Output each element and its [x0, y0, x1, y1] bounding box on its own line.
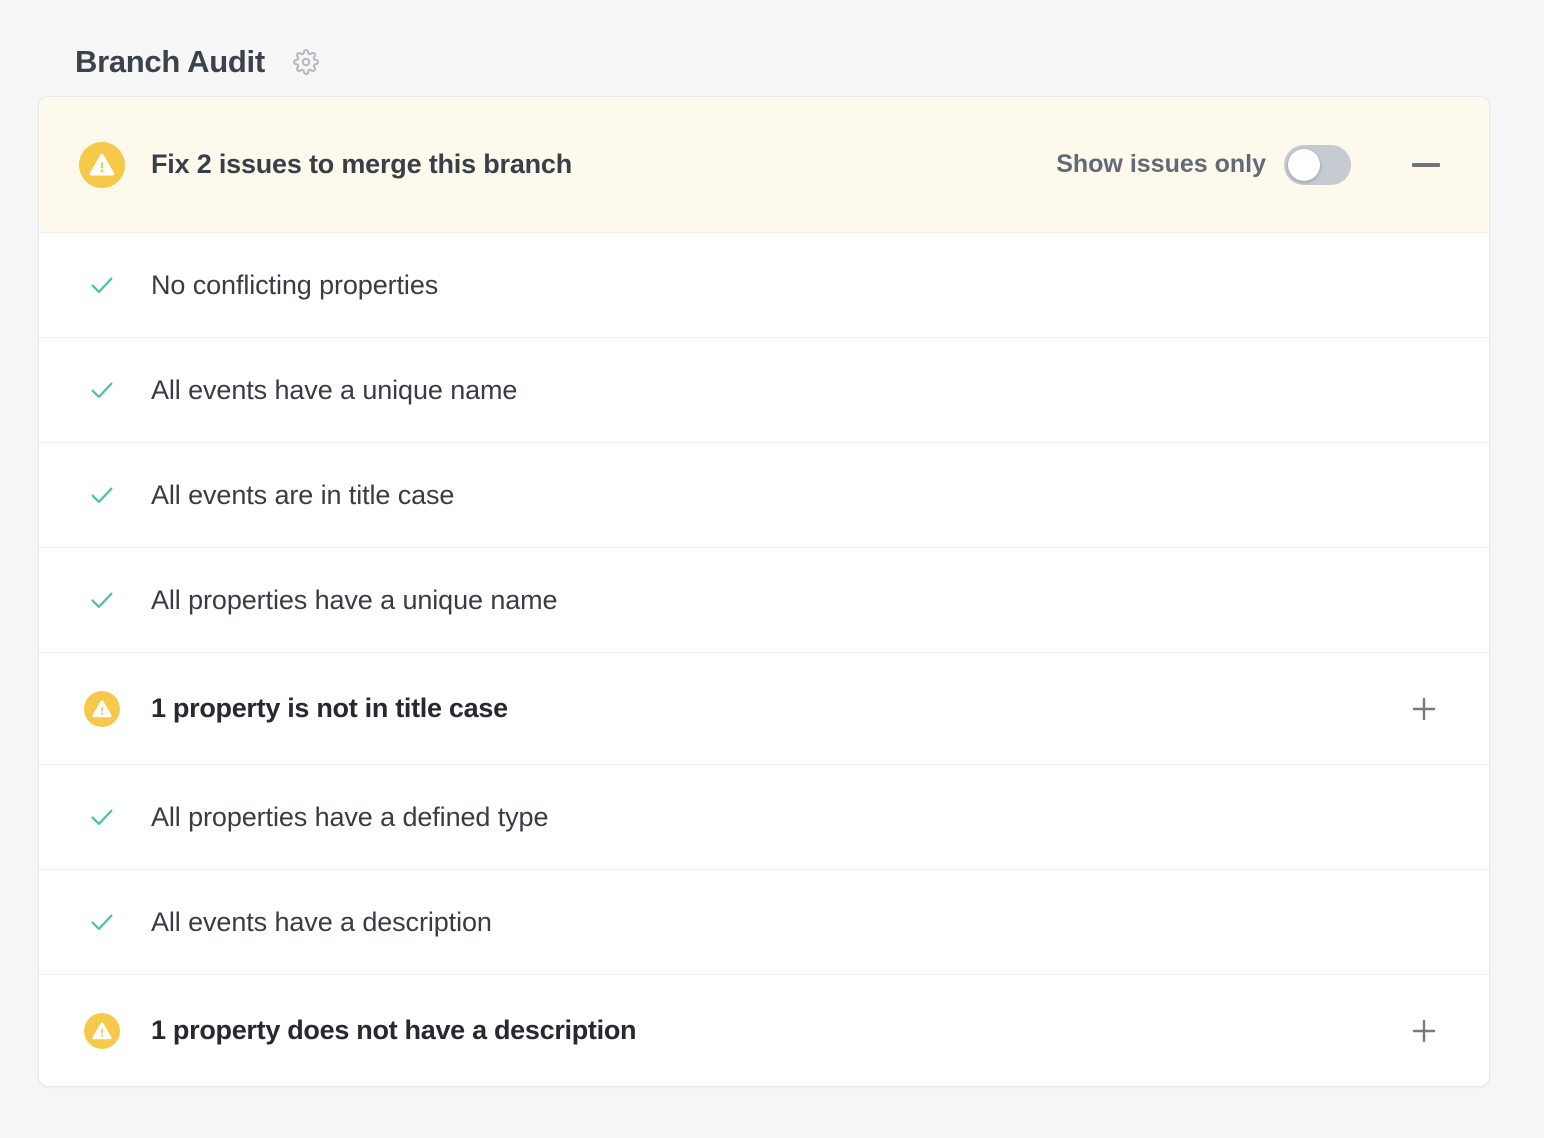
check-icon [87, 907, 117, 937]
audit-row-label: 1 property is not in title case [151, 693, 508, 724]
plus-icon [1408, 693, 1440, 725]
audit-row: 1 property does not have a description [39, 974, 1489, 1086]
collapse-panel-button[interactable] [1411, 150, 1441, 180]
audit-row: All properties have a defined type [39, 764, 1489, 869]
warning-triangle-icon [84, 1013, 120, 1049]
audit-row-label: All events have a unique name [151, 375, 517, 406]
audit-row-label: All events are in title case [151, 480, 454, 511]
banner-controls: Show issues only [1056, 145, 1441, 185]
gear-icon [293, 49, 319, 75]
check-icon [87, 480, 117, 510]
audit-row: All events have a description [39, 869, 1489, 974]
audit-row-label: All properties have a unique name [151, 585, 557, 616]
audit-checklist: No conflicting properties All events hav… [39, 232, 1489, 1086]
audit-row: All events are in title case [39, 442, 1489, 547]
audit-row: All properties have a unique name [39, 547, 1489, 652]
audit-row: All events have a unique name [39, 337, 1489, 442]
branch-audit-card: Fix 2 issues to merge this branch Show i… [38, 96, 1490, 1087]
settings-button[interactable] [291, 47, 321, 77]
banner-message: Fix 2 issues to merge this branch [151, 149, 572, 180]
minus-icon [1412, 163, 1440, 167]
expand-row-button[interactable] [1407, 692, 1441, 726]
warning-triangle-icon [79, 142, 125, 188]
audit-row-label: 1 property does not have a description [151, 1015, 636, 1046]
check-icon [87, 270, 117, 300]
audit-row: 1 property is not in title case [39, 652, 1489, 764]
show-issues-only-label: Show issues only [1056, 150, 1266, 179]
show-issues-only-toggle[interactable] [1284, 145, 1351, 185]
audit-row-label: All properties have a defined type [151, 802, 548, 833]
plus-icon [1408, 1015, 1440, 1047]
check-icon [87, 375, 117, 405]
audit-row: No conflicting properties [39, 232, 1489, 337]
expand-row-button[interactable] [1407, 1014, 1441, 1048]
audit-row-label: All events have a description [151, 907, 492, 938]
toggle-knob [1288, 149, 1320, 181]
check-icon [87, 802, 117, 832]
page-header: Branch Audit [0, 0, 1544, 96]
audit-summary-banner: Fix 2 issues to merge this branch Show i… [39, 97, 1489, 232]
page-title: Branch Audit [75, 44, 265, 80]
audit-row-label: No conflicting properties [151, 270, 438, 301]
check-icon [87, 585, 117, 615]
warning-triangle-icon [84, 691, 120, 727]
